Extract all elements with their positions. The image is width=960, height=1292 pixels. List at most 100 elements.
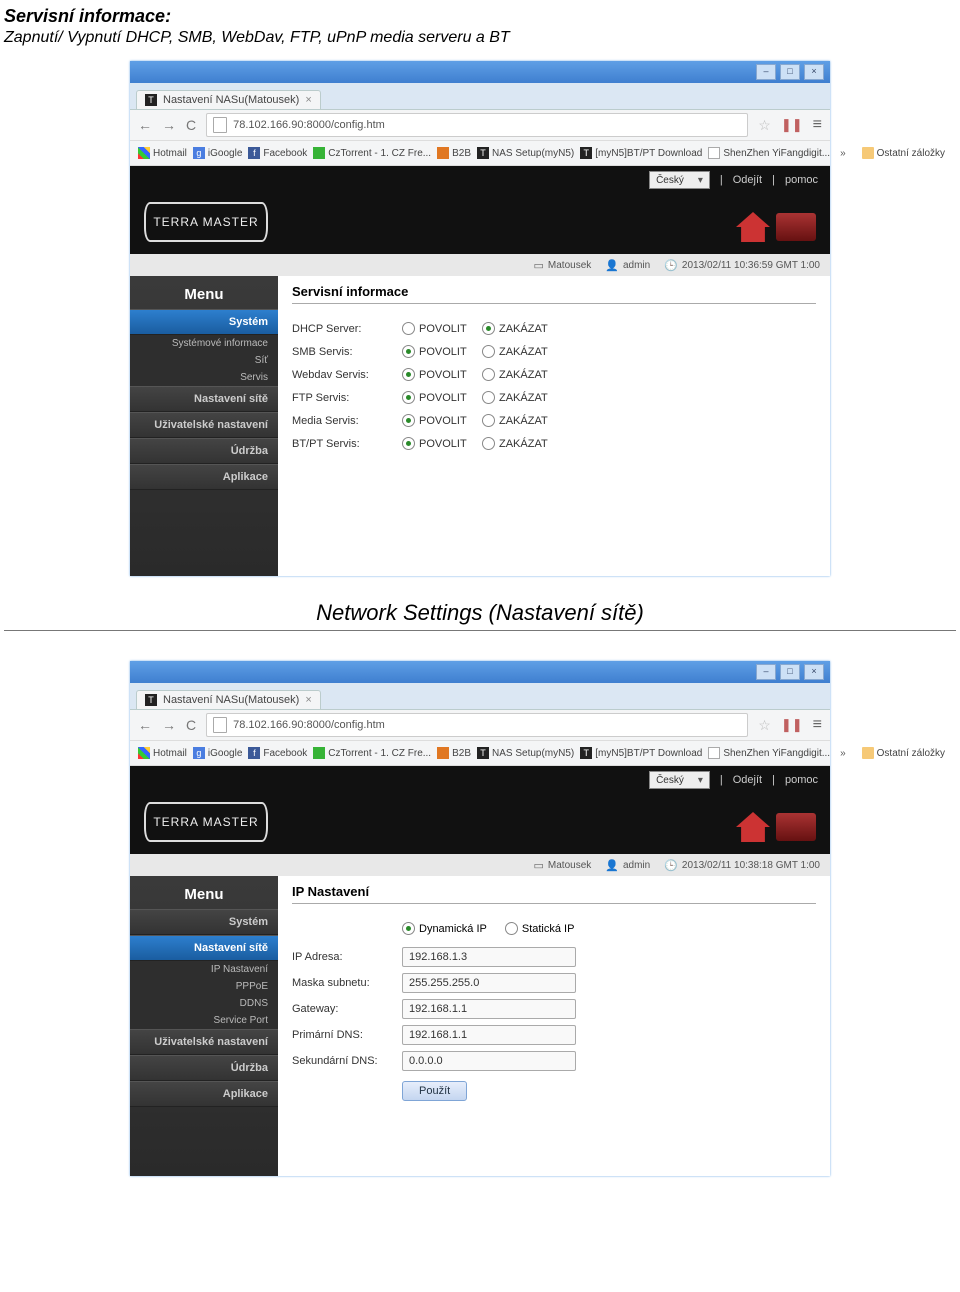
reload-button[interactable]: C [186,117,196,133]
logout-link[interactable]: Odejít [733,774,762,786]
bookmark-igoogle[interactable]: giGoogle [193,147,242,159]
home-icon[interactable] [736,812,770,842]
home-icon[interactable] [736,212,770,242]
bookmark-nassetup[interactable]: TNAS Setup(myN5) [477,747,574,759]
radio-disable[interactable]: ZAKÁZAT [482,368,562,381]
radio-disable[interactable]: ZAKÁZAT [482,437,562,450]
extensions-icon[interactable]: ❚❚ [781,717,803,733]
apply-button[interactable]: Použít [402,1081,467,1101]
file-manager-icon[interactable] [776,813,816,841]
ip-input[interactable]: 192.168.1.1 [402,1025,576,1045]
sidebar-item-apps[interactable]: Aplikace [130,1081,278,1107]
service-label: Media Servis: [292,415,402,427]
bookmark-b2b[interactable]: B2B [437,747,471,759]
back-button[interactable]: ← [138,117,152,133]
maximize-button[interactable]: □ [780,664,800,680]
browser-tab[interactable]: T Nastavení NASu(Matousek) × [136,690,321,709]
radio-disable[interactable]: ZAKÁZAT [482,391,562,404]
sidebar-sub-pppoe[interactable]: PPPoE [130,978,278,995]
bookmark-cztorrent[interactable]: CzTorrent - 1. CZ Fre... [313,747,431,759]
bookmark-cztorrent[interactable]: CzTorrent - 1. CZ Fre... [313,147,431,159]
radio-enable[interactable]: POVOLIT [402,437,482,450]
sidebar-sub-serviceport[interactable]: Service Port [130,1012,278,1029]
sidebar-item-userset[interactable]: Uživatelské nastavení [130,412,278,438]
bookmarks-overflow-icon[interactable]: » [836,748,850,759]
radio-label: ZAKÁZAT [499,392,548,404]
language-select[interactable]: Český [649,171,710,189]
bookmark-b2b[interactable]: B2B [437,147,471,159]
sidebar-item-maint[interactable]: Údržba [130,1055,278,1081]
bookmark-hotmail[interactable]: Hotmail [138,147,187,159]
browser-menu-icon[interactable]: ≡ [813,716,822,734]
browser-menu-icon[interactable]: ≡ [813,116,822,134]
help-link[interactable]: pomoc [785,774,818,786]
bookmarks-overflow-icon[interactable]: » [836,148,850,159]
bookmark-btpt[interactable]: T[myN5]BT/PT Download [580,747,702,759]
browser-window-2: – □ × T Nastavení NASu(Matousek) × ← → C… [130,661,830,1176]
tab-close-icon[interactable]: × [305,94,311,106]
sidebar-sub-sysinfo[interactable]: Systémové informace [130,335,278,352]
sidebar-item-maint[interactable]: Údržba [130,438,278,464]
radio-static-ip[interactable]: Statická IP [505,922,575,935]
help-link[interactable]: pomoc [785,174,818,186]
radio-enable[interactable]: POVOLIT [402,345,482,358]
bookmark-star-icon[interactable]: ☆ [758,717,771,734]
bookmark-other[interactable]: Ostatní záložky [862,147,945,159]
page-title: Servisní informace [292,284,816,304]
sidebar-sub-service[interactable]: Servis [130,369,278,386]
sidebar-item-system[interactable]: Systém [130,909,278,935]
radio-disable[interactable]: ZAKÁZAT [482,414,562,427]
radio-enable[interactable]: POVOLIT [402,414,482,427]
logout-link[interactable]: Odejít [733,174,762,186]
bookmark-other[interactable]: Ostatní záložky [862,747,945,759]
forward-button[interactable]: → [162,717,176,733]
sidebar-sub-net[interactable]: Síť [130,352,278,369]
bookmark-star-icon[interactable]: ☆ [758,117,771,134]
ip-input[interactable]: 192.168.1.1 [402,999,576,1019]
sidebar-item-netset[interactable]: Nastavení sítě [130,935,278,961]
bookmark-hotmail[interactable]: Hotmail [138,747,187,759]
reload-button[interactable]: C [186,717,196,733]
sidebar-sub-ddns[interactable]: DDNS [130,995,278,1012]
file-manager-icon[interactable] [776,213,816,241]
maximize-button[interactable]: □ [780,64,800,80]
close-button[interactable]: × [804,664,824,680]
minimize-button[interactable]: – [756,664,776,680]
url-text: 78.102.166.90:8000/config.htm [233,719,385,731]
radio-disable[interactable]: ZAKÁZAT [482,345,562,358]
bookmark-shenzhen[interactable]: ShenZhen YiFangdigit... [708,147,830,159]
cztorrent-icon [313,747,325,759]
radio-disable[interactable]: ZAKÁZAT [482,322,562,335]
language-select[interactable]: Český [649,771,710,789]
bookmark-btpt[interactable]: T[myN5]BT/PT Download [580,147,702,159]
sidebar-item-netset[interactable]: Nastavení sítě [130,386,278,412]
sidebar-item-userset[interactable]: Uživatelské nastavení [130,1029,278,1055]
sidebar-sub-ipset[interactable]: IP Nastavení [130,961,278,978]
bookmark-facebook[interactable]: fFacebook [248,747,307,759]
ip-input[interactable]: 192.168.1.3 [402,947,576,967]
url-input[interactable]: 78.102.166.90:8000/config.htm [206,113,748,137]
radio-enable[interactable]: POVOLIT [402,368,482,381]
bookmark-shenzhen[interactable]: ShenZhen YiFangdigit... [708,747,830,759]
back-button[interactable]: ← [138,717,152,733]
tab-close-icon[interactable]: × [305,694,311,706]
page-icon [213,717,227,733]
close-button[interactable]: × [804,64,824,80]
radio-enable[interactable]: POVOLIT [402,391,482,404]
radio-enable[interactable]: POVOLIT [402,322,482,335]
minimize-button[interactable]: – [756,64,776,80]
ip-input[interactable]: 255.255.255.0 [402,973,576,993]
sidebar: Menu Systém Systémové informace Síť Serv… [130,276,278,576]
bookmark-facebook[interactable]: fFacebook [248,147,307,159]
bookmark-igoogle[interactable]: giGoogle [193,747,242,759]
browser-tab[interactable]: T Nastavení NASu(Matousek) × [136,90,321,109]
sidebar-item-apps[interactable]: Aplikace [130,464,278,490]
ip-input[interactable]: 0.0.0.0 [402,1051,576,1071]
url-input[interactable]: 78.102.166.90:8000/config.htm [206,713,748,737]
extensions-icon[interactable]: ❚❚ [781,117,803,133]
bookmark-nassetup[interactable]: TNAS Setup(myN5) [477,147,574,159]
sidebar-item-system[interactable]: Systém [130,309,278,335]
forward-button[interactable]: → [162,117,176,133]
ip-row: Sekundární DNS:0.0.0.0 [292,1051,816,1071]
radio-dynamic-ip[interactable]: Dynamická IP [402,922,487,935]
